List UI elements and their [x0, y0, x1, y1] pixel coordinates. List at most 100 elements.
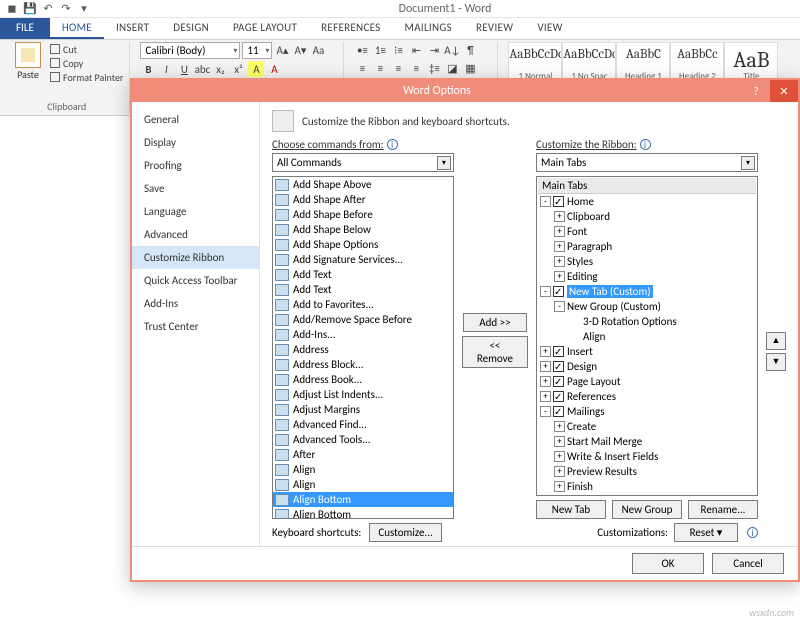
command-item[interactable]: Address: [273, 342, 453, 357]
tree-node[interactable]: +Styles: [538, 254, 756, 269]
cancel-button[interactable]: Cancel: [712, 553, 784, 574]
tab-insert[interactable]: INSERT: [104, 18, 161, 39]
command-item[interactable]: Add Shape Before: [273, 207, 453, 222]
grow-font-icon[interactable]: A▴: [274, 43, 290, 59]
command-item[interactable]: Add-Ins...: [273, 327, 453, 342]
tab-view[interactable]: VIEW: [525, 18, 574, 39]
expander-icon[interactable]: +: [554, 451, 565, 462]
expander-icon[interactable]: -: [540, 286, 551, 297]
move-up-button[interactable]: ▲: [766, 332, 786, 350]
command-item[interactable]: Add Shape After: [273, 192, 453, 207]
checkbox[interactable]: [553, 346, 564, 357]
show-marks-icon[interactable]: ¶: [462, 42, 478, 58]
command-item[interactable]: Add Shape Below: [273, 222, 453, 237]
nav-general[interactable]: General: [132, 108, 259, 131]
info-icon[interactable]: i: [387, 139, 398, 150]
info-icon[interactable]: i: [640, 139, 651, 150]
command-item[interactable]: Align: [273, 462, 453, 477]
expander-icon[interactable]: +: [554, 226, 565, 237]
command-item[interactable]: Add to Favorites...: [273, 297, 453, 312]
command-item[interactable]: After: [273, 447, 453, 462]
nav-trust-center[interactable]: Trust Center: [132, 315, 259, 338]
tab-mailings[interactable]: MAILINGS: [393, 18, 464, 39]
expander-icon[interactable]: +: [540, 391, 551, 402]
expander-icon[interactable]: -: [554, 301, 565, 312]
nav-advanced[interactable]: Advanced: [132, 223, 259, 246]
expander-icon[interactable]: +: [554, 481, 565, 492]
tree-node[interactable]: +Paragraph: [538, 239, 756, 254]
command-item[interactable]: Adjust Margins: [273, 402, 453, 417]
tree-node[interactable]: +Font: [538, 224, 756, 239]
qat-dropdown-icon[interactable]: ▾: [76, 1, 92, 17]
checkbox[interactable]: [553, 196, 564, 207]
expander-icon[interactable]: +: [554, 466, 565, 477]
dec-indent-icon[interactable]: ⇤: [408, 42, 424, 58]
line-spacing-icon[interactable]: ‡≡: [426, 60, 442, 76]
cut-button[interactable]: Cut: [50, 42, 123, 56]
strike-icon[interactable]: abc: [194, 61, 210, 77]
nav-language[interactable]: Language: [132, 200, 259, 223]
expander-icon[interactable]: +: [554, 436, 565, 447]
nav-customize-ribbon[interactable]: Customize Ribbon: [132, 246, 259, 269]
tree-node[interactable]: -Home: [538, 194, 756, 209]
expander-icon[interactable]: +: [554, 421, 565, 432]
tree-node[interactable]: -Mailings: [538, 404, 756, 419]
tree-node[interactable]: 3-D Rotation Options: [538, 314, 756, 329]
move-down-button[interactable]: ▼: [766, 353, 786, 371]
save-icon[interactable]: 💾: [22, 1, 38, 17]
subscript-icon[interactable]: x₂: [212, 61, 228, 77]
italic-icon[interactable]: I: [158, 61, 174, 77]
inc-indent-icon[interactable]: ⇥: [426, 42, 442, 58]
tree-node[interactable]: -New Tab (Custom): [538, 284, 756, 299]
ribbon-tree[interactable]: Main Tabs -Home+Clipboard+Font+Paragraph…: [536, 176, 758, 496]
checkbox[interactable]: [553, 406, 564, 417]
bullets-icon[interactable]: •≡: [354, 42, 370, 58]
command-item[interactable]: Align: [273, 477, 453, 492]
sort-icon[interactable]: A↓: [444, 42, 460, 58]
tree-node[interactable]: -New Group (Custom): [538, 299, 756, 314]
nav-add-ins[interactable]: Add-Ins: [132, 292, 259, 315]
tab-references[interactable]: REFERENCES: [309, 18, 392, 39]
superscript-icon[interactable]: x²: [230, 61, 246, 77]
close-button[interactable]: ✕: [770, 80, 798, 102]
dialog-title-bar[interactable]: Word Options ? ✕: [132, 80, 798, 102]
command-item[interactable]: Align Bottom: [273, 492, 453, 507]
expander-icon[interactable]: +: [540, 346, 551, 357]
checkbox[interactable]: [553, 376, 564, 387]
copy-button[interactable]: Copy: [50, 56, 123, 70]
remove-button[interactable]: << Remove: [462, 336, 528, 368]
tree-node[interactable]: +Finish: [538, 479, 756, 494]
tree-node[interactable]: +Clipboard: [538, 209, 756, 224]
new-tab-button[interactable]: New Tab: [536, 500, 606, 519]
checkbox[interactable]: [553, 286, 564, 297]
tree-node[interactable]: +Editing: [538, 269, 756, 284]
command-item[interactable]: Add/Remove Space Before: [273, 312, 453, 327]
checkbox[interactable]: [553, 361, 564, 372]
align-right-icon[interactable]: ≡: [390, 60, 406, 76]
expander-icon[interactable]: -: [540, 196, 551, 207]
tab-file[interactable]: FILE: [0, 18, 50, 39]
underline-icon[interactable]: U: [176, 61, 192, 77]
ok-button[interactable]: OK: [632, 553, 704, 574]
align-left-icon[interactable]: ≡: [354, 60, 370, 76]
choose-commands-combo[interactable]: All Commands▾: [272, 153, 454, 172]
command-item[interactable]: Add Signature Services...: [273, 252, 453, 267]
bold-icon[interactable]: B: [140, 61, 156, 77]
format-painter-button[interactable]: Format Painter: [50, 70, 123, 84]
tree-node[interactable]: +Write & Insert Fields: [538, 449, 756, 464]
highlight-icon[interactable]: A: [248, 61, 264, 77]
customize-keyboard-button[interactable]: Customize...: [369, 523, 441, 542]
nav-proofing[interactable]: Proofing: [132, 154, 259, 177]
tab-review[interactable]: REVIEW: [464, 18, 525, 39]
paste-button[interactable]: Paste: [10, 42, 46, 84]
tree-node[interactable]: Align: [538, 329, 756, 344]
font-name-combo[interactable]: Calibri (Body)▾: [140, 42, 240, 59]
expander-icon[interactable]: -: [540, 406, 551, 417]
nav-display[interactable]: Display: [132, 131, 259, 154]
tree-node[interactable]: +Design: [538, 359, 756, 374]
tab-page-layout[interactable]: PAGE LAYOUT: [221, 18, 309, 39]
change-case-icon[interactable]: Aa: [310, 43, 326, 59]
tree-node[interactable]: +Preview Results: [538, 464, 756, 479]
tree-node[interactable]: +Create: [538, 419, 756, 434]
multilevel-icon[interactable]: ⁝≡: [390, 42, 406, 58]
